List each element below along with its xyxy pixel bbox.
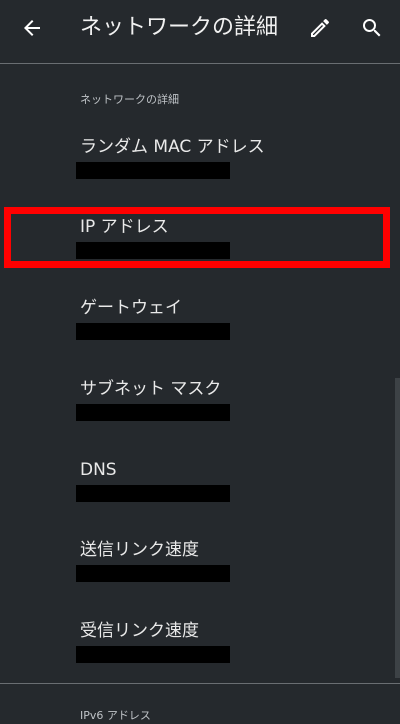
detail-row-gateway[interactable]: ゲートウェイ xyxy=(0,296,400,376)
detail-row-mac-address[interactable]: ランダム MAC アドレス xyxy=(0,135,400,215)
page-title: ネットワークの詳細 xyxy=(80,15,279,40)
detail-row-dns[interactable]: DNS xyxy=(0,458,400,538)
back-button[interactable] xyxy=(8,8,56,48)
highlight-box xyxy=(4,207,390,268)
row-label: ランダム MAC アドレス xyxy=(80,137,265,157)
redacted-value xyxy=(76,646,230,663)
edit-button[interactable] xyxy=(296,8,344,48)
detail-row-subnet-mask[interactable]: サブネット マスク xyxy=(0,377,400,457)
row-label: 送信リンク速度 xyxy=(80,540,199,560)
redacted-value xyxy=(76,162,230,179)
search-button[interactable] xyxy=(348,8,396,48)
section-divider xyxy=(0,683,400,684)
section-header: ネットワークの詳細 xyxy=(80,93,179,106)
redacted-value xyxy=(76,404,230,421)
arrow-back-icon xyxy=(24,20,40,36)
row-label: 受信リンク速度 xyxy=(80,621,199,641)
redacted-value xyxy=(76,323,230,340)
ipv6-section-header: IPv6 アドレス xyxy=(80,709,151,722)
scrollbar[interactable] xyxy=(395,378,400,678)
detail-row-rx-link-speed[interactable]: 受信リンク速度 xyxy=(0,619,400,699)
search-icon xyxy=(363,19,381,37)
detail-row-tx-link-speed[interactable]: 送信リンク速度 xyxy=(0,538,400,618)
row-label: DNS xyxy=(80,460,117,480)
pencil-icon xyxy=(311,18,330,37)
redacted-value xyxy=(76,565,230,582)
redacted-value xyxy=(76,485,230,502)
app-bar: ネットワークの詳細 xyxy=(0,0,400,64)
row-label: サブネット マスク xyxy=(80,379,222,399)
row-label: ゲートウェイ xyxy=(80,298,182,318)
